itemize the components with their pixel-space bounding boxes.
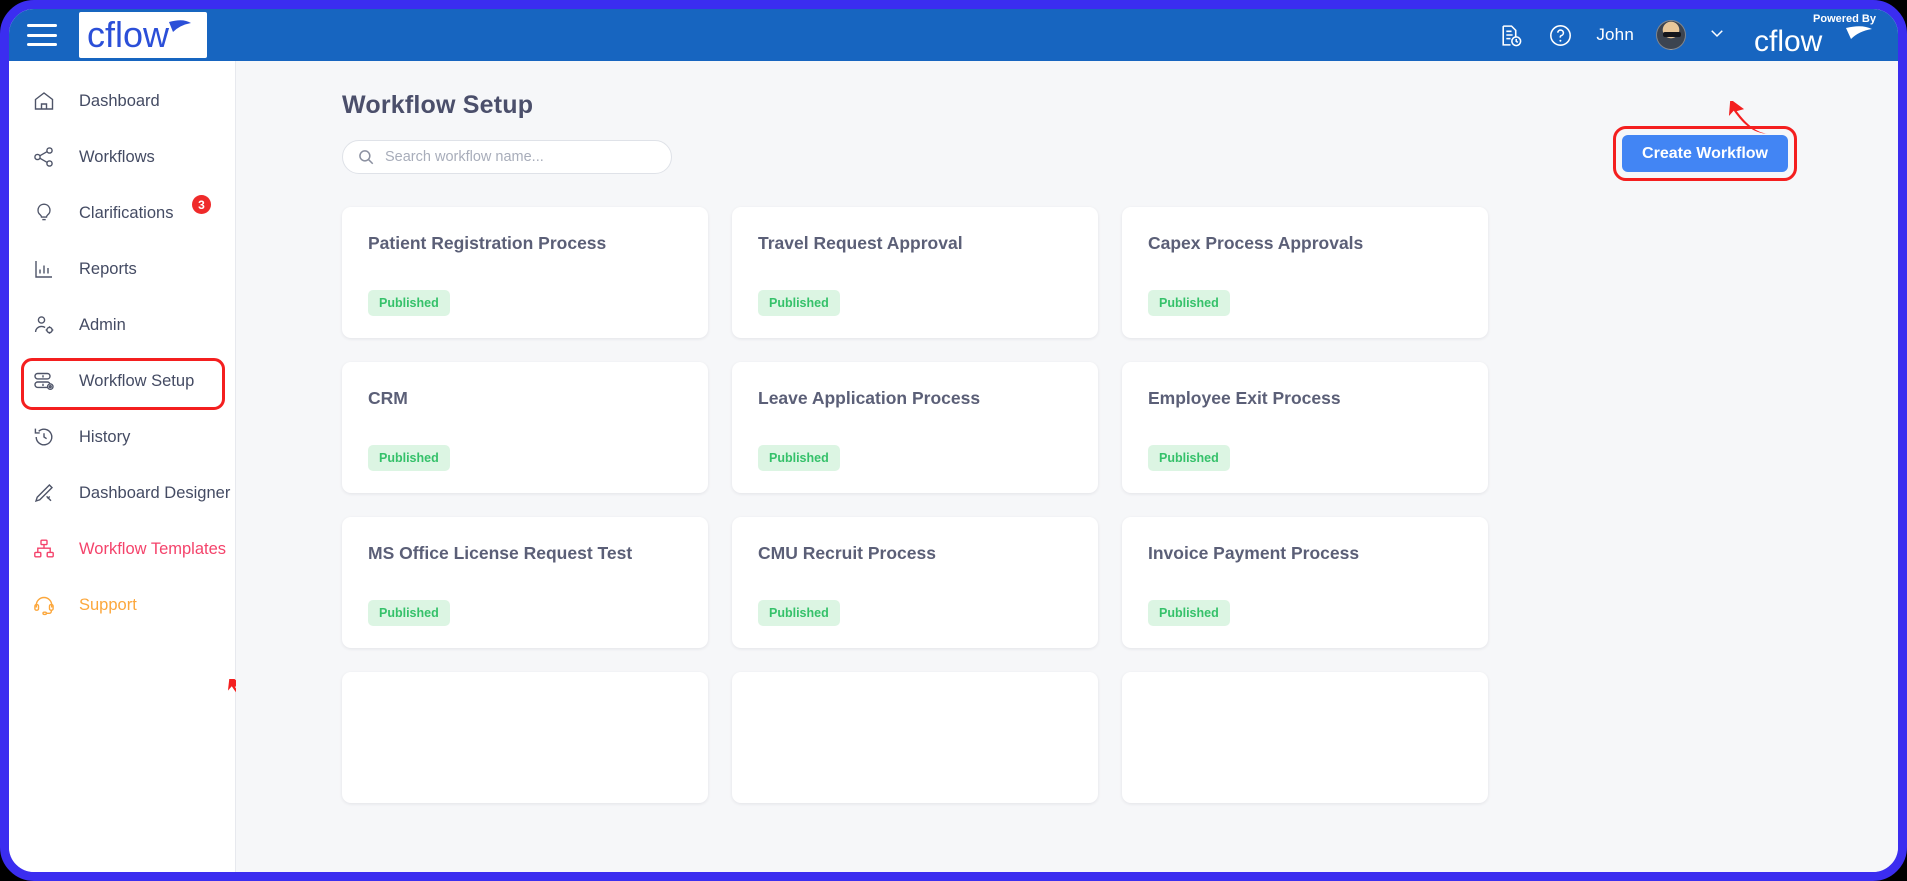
sidebar-item-support[interactable]: Support: [9, 577, 235, 633]
workflow-card-title: MS Office License Request Test: [368, 543, 682, 564]
share-nodes-icon: [31, 144, 57, 170]
search-input[interactable]: [342, 140, 672, 174]
chevron-down-icon[interactable]: [1708, 24, 1726, 47]
user-name-label: John: [1596, 25, 1634, 45]
search-container: [342, 140, 672, 174]
workflow-card-title: Employee Exit Process: [1148, 388, 1462, 409]
workflow-card[interactable]: [1122, 672, 1488, 803]
sidebar-item-label: Support: [79, 596, 137, 615]
status-badge: Published: [758, 600, 840, 626]
sidebar-item-workflow-setup[interactable]: Workflow Setup: [9, 353, 235, 409]
workflow-card[interactable]: [732, 672, 1098, 803]
workflow-card-title: Capex Process Approvals: [1148, 233, 1462, 254]
powered-by-label: Powered By: [1813, 14, 1876, 25]
svg-text:cflow: cflow: [1754, 26, 1823, 56]
status-badge: Published: [368, 290, 450, 316]
sidebar-item-reports[interactable]: Reports: [9, 241, 235, 297]
status-badge: Published: [758, 290, 840, 316]
status-badge: Published: [368, 600, 450, 626]
lightbulb-icon: [31, 200, 57, 226]
sidebar-item-label: Clarifications: [79, 204, 173, 223]
workflow-card[interactable]: Employee Exit Process Published: [1122, 362, 1488, 493]
create-workflow-container: Create Workflow: [1622, 135, 1788, 172]
home-icon: [31, 88, 57, 114]
page-title: Workflow Setup: [236, 61, 1898, 120]
headset-icon: [31, 592, 57, 618]
sidebar-item-label: Workflows: [79, 148, 155, 167]
workflow-card[interactable]: Travel Request Approval Published: [732, 207, 1098, 338]
document-clock-icon[interactable]: [1496, 21, 1524, 49]
workflow-card[interactable]: CMU Recruit Process Published: [732, 517, 1098, 648]
powered-by-cflow-logo: Powered By cflow: [1754, 14, 1876, 56]
workflow-card-title: Travel Request Approval: [758, 233, 1072, 254]
top-navigation-bar: cflow John: [9, 9, 1898, 61]
workflow-card-grid: Patient Registration Process Published T…: [236, 174, 1898, 803]
clock-rotate-left-icon: [31, 424, 57, 450]
workflow-card[interactable]: [342, 672, 708, 803]
sidebar-item-workflow-templates[interactable]: Workflow Templates: [9, 521, 235, 577]
sidebar-item-workflows[interactable]: Workflows: [9, 129, 235, 185]
workflow-card[interactable]: MS Office License Request Test Published: [342, 517, 708, 648]
search-icon: [357, 148, 375, 171]
workflow-card-title: Patient Registration Process: [368, 233, 682, 254]
workflow-card-title: CMU Recruit Process: [758, 543, 1072, 564]
sidebar-item-label: Reports: [79, 260, 137, 279]
status-badge: Published: [758, 445, 840, 471]
content-toolbar: Create Workflow: [236, 120, 1898, 174]
sidebar-item-label: Dashboard Designer: [79, 484, 230, 503]
sidebar-item-history[interactable]: History: [9, 409, 235, 465]
svg-text:cflow: cflow: [87, 16, 170, 55]
sitemap-icon: [31, 536, 57, 562]
cflow-logo[interactable]: cflow: [79, 12, 207, 58]
sidebar-item-label: Workflow Templates: [79, 540, 226, 559]
pen-ruler-icon: [31, 480, 57, 506]
sidebar-item-dashboard-designer[interactable]: Dashboard Designer: [9, 465, 235, 521]
sidebar-navigation: Dashboard Workflows Clarifications 3: [9, 61, 236, 872]
workflow-setup-icon: [31, 368, 57, 394]
workflow-card-title: Leave Application Process: [758, 388, 1072, 409]
sidebar-item-clarifications[interactable]: Clarifications 3: [9, 185, 235, 241]
clarifications-badge: 3: [192, 195, 211, 214]
sidebar-item-dashboard[interactable]: Dashboard: [9, 73, 235, 129]
pointer-arrow-create-workflow: [1726, 101, 1774, 142]
avatar[interactable]: [1656, 20, 1686, 50]
sidebar-item-label: Workflow Setup: [79, 372, 194, 391]
user-gear-icon: [31, 312, 57, 338]
sidebar-item-admin[interactable]: Admin: [9, 297, 235, 353]
sidebar-item-label: Dashboard: [79, 92, 160, 111]
workflow-card-title: Invoice Payment Process: [1148, 543, 1462, 564]
workflow-card[interactable]: CRM Published: [342, 362, 708, 493]
bar-chart-icon: [31, 256, 57, 282]
workflow-card-title: CRM: [368, 388, 682, 409]
status-badge: Published: [368, 445, 450, 471]
workflow-card[interactable]: Leave Application Process Published: [732, 362, 1098, 493]
help-circle-icon[interactable]: [1546, 21, 1574, 49]
sidebar-item-label: History: [79, 428, 130, 447]
app-window: cflow John: [0, 0, 1907, 881]
sidebar-item-label: Admin: [79, 316, 126, 335]
workflow-card[interactable]: Invoice Payment Process Published: [1122, 517, 1488, 648]
status-badge: Published: [1148, 290, 1230, 316]
status-badge: Published: [1148, 600, 1230, 626]
status-badge: Published: [1148, 445, 1230, 471]
workflow-card[interactable]: Capex Process Approvals Published: [1122, 207, 1488, 338]
main-content: Workflow Setup Create Workflow: [236, 61, 1898, 872]
workflow-card[interactable]: Patient Registration Process Published: [342, 207, 708, 338]
topbar-right-group: John Powered By cflow: [1496, 14, 1876, 56]
hamburger-menu-icon[interactable]: [27, 24, 57, 46]
